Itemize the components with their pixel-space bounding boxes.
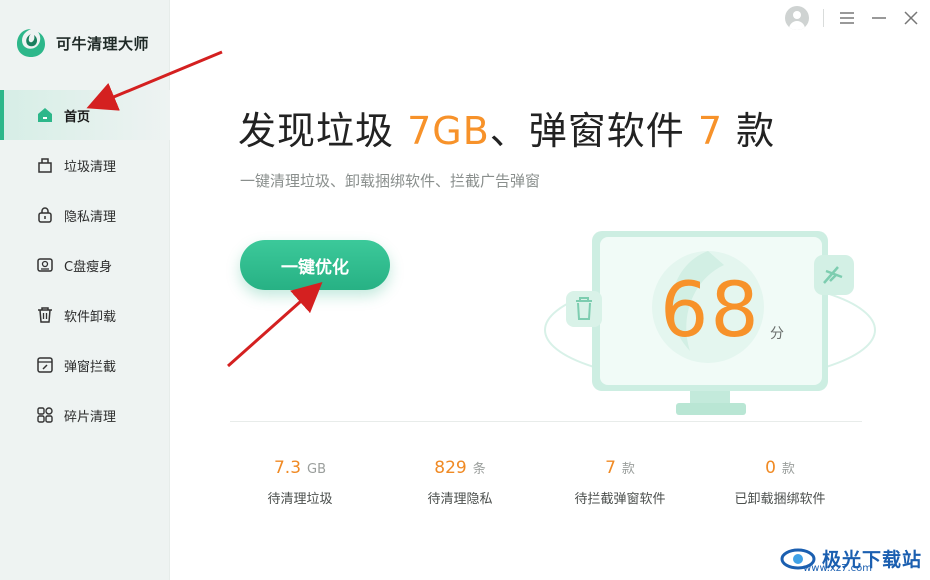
minimize-icon[interactable] (870, 9, 888, 27)
watermark-url: www.xz7.com (803, 563, 872, 574)
subtitle: 一键清理垃圾、卸载捆绑软件、拦截广告弹窗 (240, 172, 541, 190)
stat-value: 829 条 (434, 458, 486, 478)
stat-value: 0款 (765, 458, 795, 478)
app-logo-icon (17, 29, 45, 57)
divider (230, 421, 862, 422)
arrow-to-optimize (227, 282, 323, 368)
stat-uninstalled[interactable]: 0款 已卸载捆绑软件 (700, 458, 860, 507)
menu-icon[interactable] (838, 9, 856, 27)
sidebar-item-junk-clean[interactable]: 垃圾清理 (0, 140, 170, 190)
divider (823, 9, 824, 27)
stat-popup[interactable]: 7款 待拦截弹窗软件 (540, 458, 700, 507)
app-window: 可牛清理大师 首页 垃圾清理 隐私清理 C盘瘦身 软件卸载 弹窗拦截 碎片清理 … (0, 0, 930, 580)
disk-icon (36, 256, 54, 274)
stat-privacy[interactable]: 829 条 待清理隐私 (380, 458, 540, 507)
sidebar-item-label: 垃圾清理 (64, 159, 117, 175)
sidebar-item-label: 软件卸载 (64, 309, 117, 325)
sidebar-item-label: 首页 (64, 109, 91, 125)
sidebar-item-label: 隐私清理 (64, 209, 117, 225)
sidebar-item-uninstall[interactable]: 软件卸载 (0, 290, 170, 340)
watermark: 极光下载站 www.xz7.com (780, 544, 922, 574)
score-illustration: 68 分 (540, 225, 880, 425)
stat-value: 7.3 GB (273, 458, 327, 478)
headline-text: 款 (723, 109, 776, 153)
score-value: 68 (660, 265, 761, 354)
headline-text: 发现垃圾 (238, 109, 408, 153)
popup-count-value: 7 (697, 109, 724, 153)
window-controls (785, 6, 920, 30)
app-name: 可牛清理大师 (56, 34, 150, 53)
headline-text: 、弹窗软件 (489, 109, 698, 153)
home-icon (36, 106, 54, 124)
sidebar: 可牛清理大师 首页 垃圾清理 隐私清理 C盘瘦身 软件卸载 弹窗拦截 碎片清理 (0, 0, 170, 580)
stats-row: 7.3 GB 待清理垃圾 829 条 待清理隐私 7款 待拦截弹窗软件 0款 已卸载… (220, 458, 860, 507)
score-unit: 分 (770, 326, 784, 342)
lock-icon (36, 206, 54, 224)
popup-block-icon (36, 356, 54, 374)
stat-label: 待清理垃圾 (267, 492, 333, 507)
stat-junk[interactable]: 7.3 GB 待清理垃圾 (220, 458, 380, 507)
grid-icon (36, 406, 54, 424)
trash-bag-icon (36, 156, 54, 174)
sidebar-item-home[interactable]: 首页 (0, 90, 170, 140)
sidebar-item-popup-block[interactable]: 弹窗拦截 (0, 340, 170, 390)
stat-value: 7款 (605, 458, 635, 478)
junk-size-value: 7GB (407, 109, 490, 153)
stat-label: 已卸载捆绑软件 (734, 492, 826, 507)
sidebar-item-c-drive-slim[interactable]: C盘瘦身 (0, 240, 170, 290)
stat-label: 待清理隐私 (427, 492, 493, 507)
bin-icon (36, 306, 54, 324)
sidebar-nav: 首页 垃圾清理 隐私清理 C盘瘦身 软件卸载 弹窗拦截 碎片清理 (0, 90, 170, 440)
headline: 发现垃圾 7GB、弹窗软件 7 款 (238, 100, 775, 155)
sidebar-item-label: C盘瘦身 (64, 259, 113, 275)
sidebar-item-label: 碎片清理 (64, 409, 117, 425)
stat-label: 待拦截弹窗软件 (574, 492, 666, 507)
one-click-optimize-button[interactable]: 一键优化 (240, 240, 390, 290)
sidebar-item-fragment-clean[interactable]: 碎片清理 (0, 390, 170, 440)
sidebar-item-label: 弹窗拦截 (64, 359, 117, 375)
avatar[interactable] (785, 6, 809, 30)
brand: 可牛清理大师 (14, 26, 149, 60)
sidebar-item-privacy-clean[interactable]: 隐私清理 (0, 190, 170, 240)
close-icon[interactable] (902, 9, 920, 27)
